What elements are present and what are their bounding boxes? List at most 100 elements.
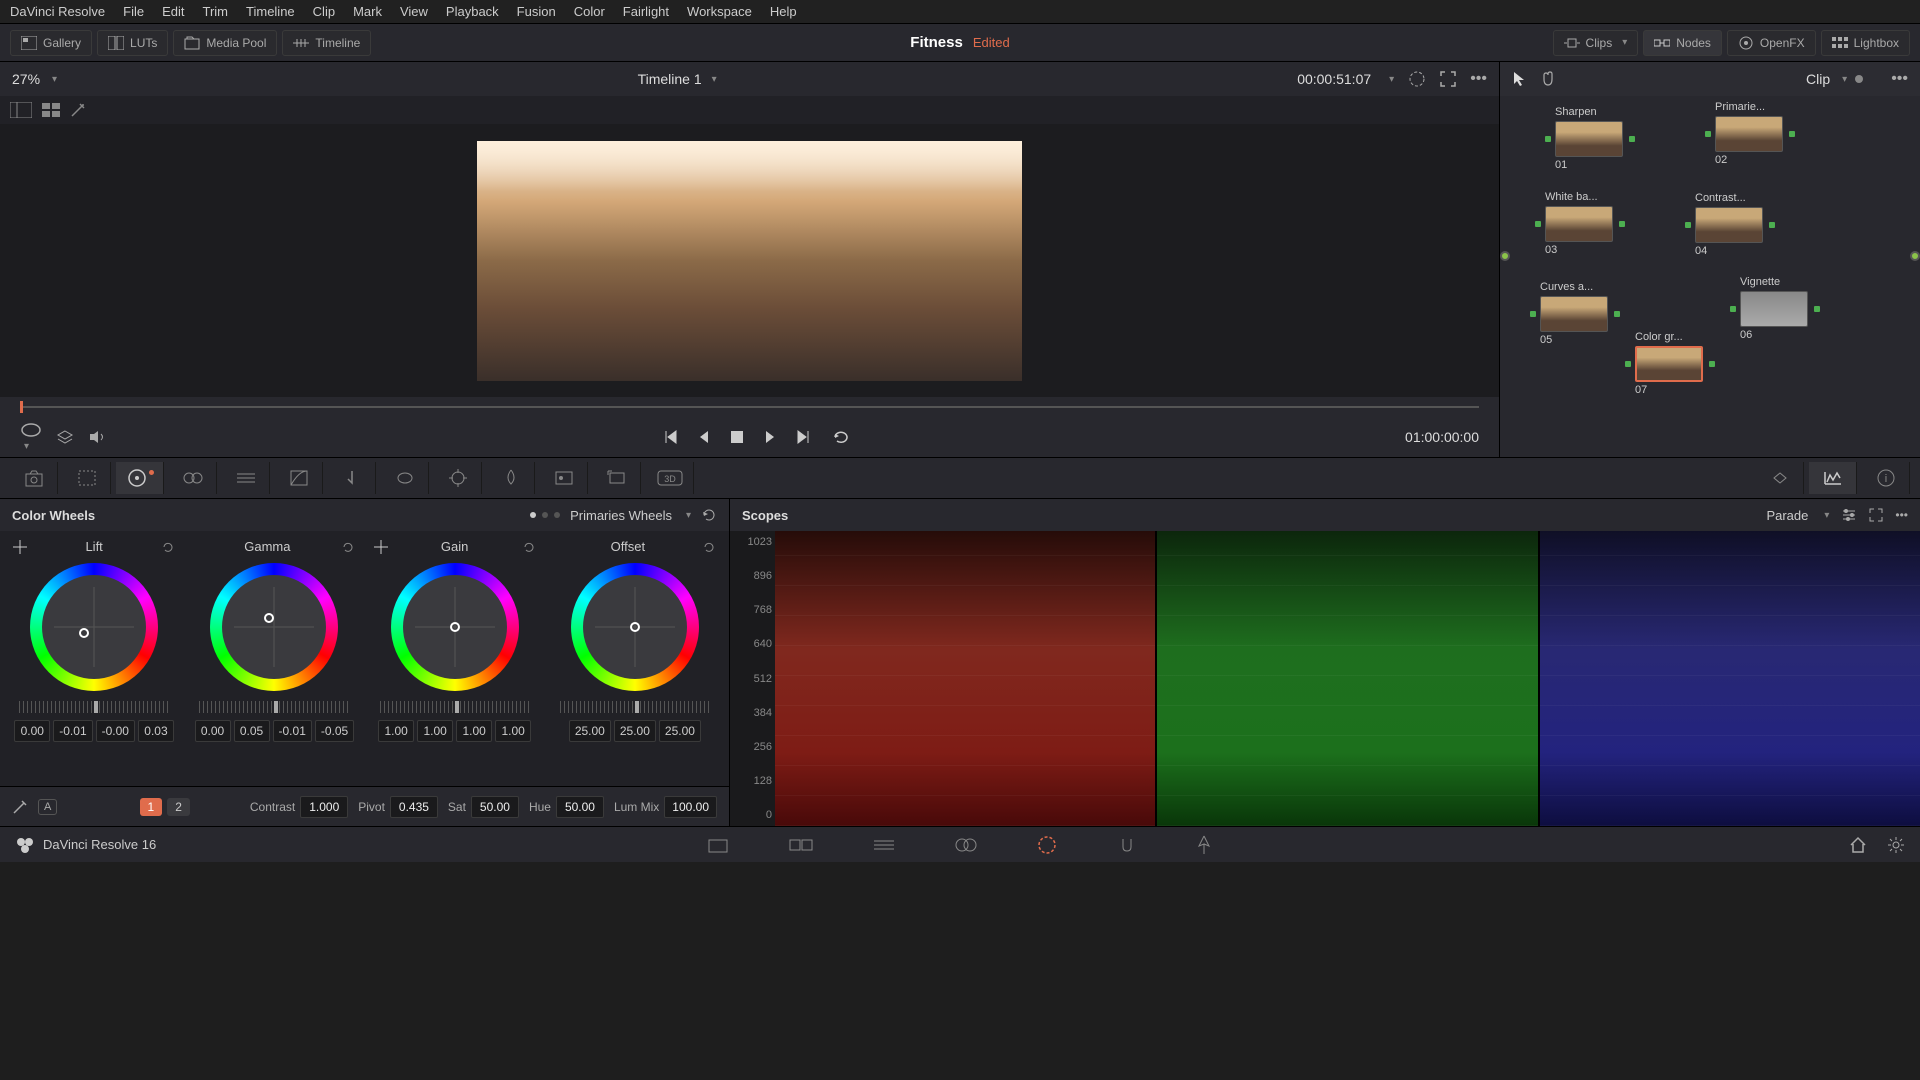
timeline-button[interactable]: Timeline [282,30,371,56]
nodes-button[interactable]: Nodes [1643,30,1722,56]
offset-jog[interactable] [560,701,710,713]
play-icon[interactable] [764,430,776,444]
media-pool-button[interactable]: Media Pool [173,30,277,56]
menu-edit[interactable]: Edit [162,4,184,19]
zoom-level[interactable]: 27% [12,71,40,87]
menu-fusion[interactable]: Fusion [517,4,556,19]
node-graph[interactable]: Sharpen 01 Primarie... 02 White ba... 03… [1500,96,1920,457]
tool-3d[interactable]: 3D [646,462,694,494]
menu-help[interactable]: Help [770,4,797,19]
graph-output[interactable] [1910,251,1920,261]
page-fusion-icon[interactable] [955,835,977,855]
node-vignette[interactable]: Vignette 06 [1740,276,1820,341]
picker-icon[interactable] [13,540,27,554]
more-icon[interactable]: ••• [1891,70,1908,88]
reset-icon[interactable] [702,540,716,554]
tool-rgb-mixer[interactable] [169,462,217,494]
tool-qualifier[interactable] [328,462,376,494]
split-view-icon[interactable] [10,102,32,118]
picker-icon[interactable] [374,540,388,554]
timeline-name[interactable]: Timeline 1 [638,71,702,87]
menu-file[interactable]: File [123,4,144,19]
out-timecode[interactable]: 01:00:00:00 [1405,429,1479,445]
auto-icon[interactable] [12,799,28,815]
chevron-down-icon[interactable]: ▾ [1842,74,1847,85]
layers-icon[interactable] [56,429,74,445]
tool-blur[interactable] [487,462,535,494]
chevron-down-icon[interactable]: ▾ [1824,510,1829,521]
gamma-wheel[interactable] [210,563,338,691]
menu-color[interactable]: Color [574,4,605,19]
bypass-icon[interactable] [1408,70,1426,88]
lummix-value[interactable]: 100.00 [664,796,717,818]
menu-app[interactable]: DaVinci Resolve [10,4,105,19]
offset-val-2[interactable]: 25.00 [659,720,701,742]
lightbox-button[interactable]: Lightbox [1821,30,1910,56]
scopes-mode[interactable]: Parade [1766,508,1808,523]
page-2[interactable]: 2 [167,798,190,816]
chevron-down-icon[interactable]: ▾ [712,74,717,85]
node-curves[interactable]: Curves a... 05 [1540,281,1620,346]
tool-info[interactable]: i [1862,462,1910,494]
node-contrast[interactable]: Contrast... 04 [1695,192,1775,257]
gamma-val-3[interactable]: -0.05 [315,720,354,742]
page-1[interactable]: 1 [140,798,163,816]
tool-sizing[interactable] [593,462,641,494]
gamma-val-0[interactable]: 0.00 [195,720,231,742]
offset-wheel[interactable] [571,563,699,691]
menu-trim[interactable]: Trim [203,4,229,19]
more-icon[interactable]: ••• [1470,70,1487,88]
page-color-icon[interactable] [1037,835,1057,855]
gain-val-1[interactable]: 1.00 [417,720,453,742]
page-cut-icon[interactable] [789,836,813,854]
expand-icon[interactable] [1869,508,1883,522]
offset-val-1[interactable]: 25.00 [614,720,656,742]
home-icon[interactable] [1849,836,1867,854]
menu-workspace[interactable]: Workspace [687,4,752,19]
settings-icon[interactable] [1841,508,1857,522]
node-primaries[interactable]: Primarie... 02 [1715,101,1795,166]
node-sharpen[interactable]: Sharpen 01 [1555,106,1635,171]
menu-playback[interactable]: Playback [446,4,499,19]
tool-motion-effects[interactable] [222,462,270,494]
node-mode[interactable]: Clip [1806,71,1830,87]
clips-button[interactable]: Clips▾ [1553,30,1639,56]
wand-icon[interactable] [70,102,86,118]
tool-tracker[interactable] [434,462,482,494]
menu-timeline[interactable]: Timeline [246,4,295,19]
prev-clip-icon[interactable] [662,430,678,444]
scrubber[interactable] [0,397,1499,417]
pivot-value[interactable]: 0.435 [390,796,438,818]
menu-mark[interactable]: Mark [353,4,382,19]
contrast-value[interactable]: 1.000 [300,796,348,818]
tool-wheels[interactable] [116,462,164,494]
lift-val-0[interactable]: 0.00 [14,720,50,742]
stop-icon[interactable] [730,430,744,444]
reset-icon[interactable] [341,540,355,554]
reset-icon[interactable] [522,540,536,554]
tool-key[interactable] [540,462,588,494]
gain-jog[interactable] [380,701,530,713]
openfx-button[interactable]: OpenFX [1727,30,1816,56]
lift-val-3[interactable]: 0.03 [138,720,174,742]
gamma-val-2[interactable]: -0.01 [273,720,312,742]
fullscreen-icon[interactable] [1440,71,1456,87]
gamma-val-1[interactable]: 0.05 [234,720,270,742]
gain-wheel[interactable] [391,563,519,691]
chevron-down-icon[interactable]: ▾ [1389,74,1394,85]
playhead[interactable] [20,401,23,413]
menu-fairlight[interactable]: Fairlight [623,4,669,19]
menu-clip[interactable]: Clip [313,4,335,19]
viewer-timecode[interactable]: 00:00:51:07 [1297,71,1371,87]
lift-wheel[interactable] [30,563,158,691]
more-icon[interactable]: ••• [1895,508,1908,522]
graph-input[interactable] [1500,251,1510,261]
next-clip-icon[interactable] [796,430,812,444]
gallery-button[interactable]: Gallery [10,30,92,56]
hue-value[interactable]: 50.00 [556,796,604,818]
lift-val-1[interactable]: -0.01 [53,720,92,742]
node-white-balance[interactable]: White ba... 03 [1545,191,1625,256]
gain-val-0[interactable]: 1.00 [378,720,414,742]
reset-icon[interactable] [161,540,175,554]
step-back-icon[interactable] [698,430,710,444]
